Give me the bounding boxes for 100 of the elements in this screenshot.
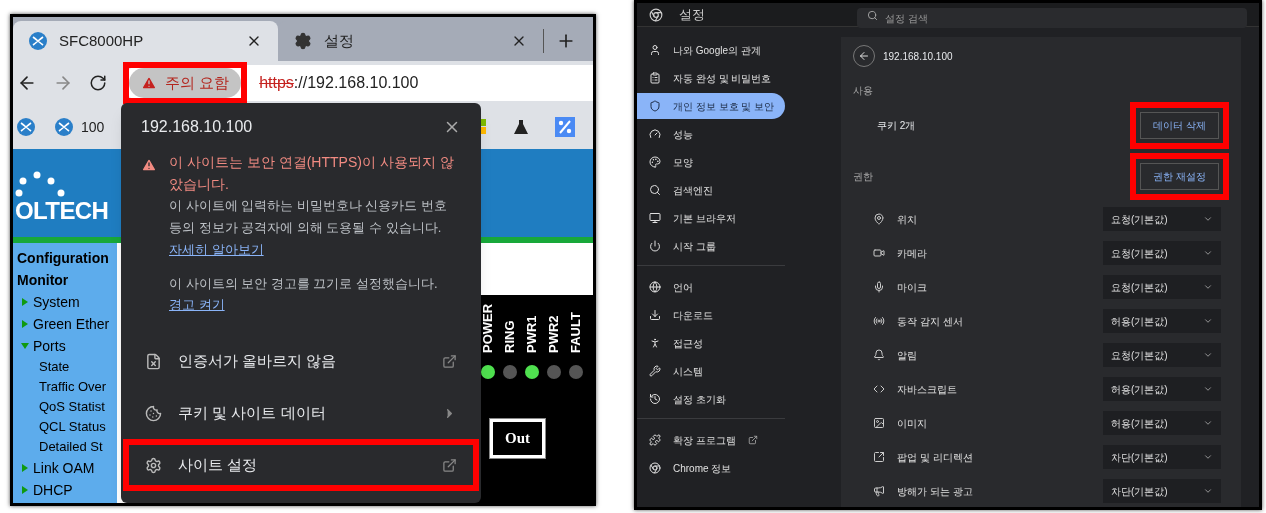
sidebar-item[interactable]: 시스템 [637, 358, 785, 384]
tab-title: SFC8000HP [59, 30, 145, 51]
led-label: POWER [479, 302, 497, 353]
window-icon [649, 212, 661, 224]
menu-item[interactable]: QoS Statist [39, 397, 105, 417]
site-favicon-icon [29, 32, 47, 50]
permission-label: 자바스크립트 [897, 382, 958, 397]
site-favicon-icon [55, 118, 73, 136]
tab-title: 설정 [324, 30, 355, 51]
caret-icon [1203, 316, 1213, 326]
shield-icon [649, 100, 661, 112]
sidebar-item[interactable]: 자동 완성 및 비밀번호 [637, 65, 785, 91]
permission-label: 방해가 되는 광고 [897, 484, 974, 499]
logo-dots-icon [15, 171, 65, 197]
image-icon [873, 417, 885, 429]
section-heading: 사용 [853, 84, 874, 98]
menu-item[interactable]: State [39, 357, 70, 377]
bookmark-label[interactable]: 100 [81, 116, 105, 138]
site-favicon-icon [17, 118, 35, 136]
caret-icon [1203, 282, 1213, 292]
gauge-icon [649, 128, 661, 140]
caret-icon [1203, 350, 1213, 360]
globe-icon [649, 281, 661, 293]
sidebar-item[interactable]: 모양 [637, 149, 785, 175]
location-pin-icon [873, 213, 885, 225]
external-window-icon [873, 451, 885, 463]
sidebar-item[interactable]: 설정 초기화 [637, 386, 785, 412]
cookie-count: 쿠키 2개 [877, 119, 916, 133]
permission-dropdown[interactable]: 허용(기본값) [1103, 309, 1221, 333]
sidebar-item[interactable]: 시작 그룹 [637, 233, 785, 259]
browser-tab[interactable]: SFC8000HP [13, 21, 278, 61]
search-icon [867, 9, 878, 21]
wrench-icon [649, 365, 661, 377]
popup-menu-item[interactable]: 인증서가 올바르지 않음 [129, 341, 473, 381]
permission-label: 알림 [897, 348, 918, 363]
popup-menu-item[interactable]: 쿠키 및 사이트 데이터 [129, 393, 473, 433]
url-text[interactable]: https://192.168.10.100 [259, 71, 419, 95]
menu-heading[interactable]: Monitor [17, 269, 69, 291]
sidebar-item[interactable]: 개인 정보 보호 및 보안 [637, 93, 785, 119]
menu-folder[interactable]: Green Ether [33, 313, 110, 335]
warning-text: 이 사이트는 보안 연결(HTTPS)이 사용되지 않았습니다. [169, 153, 455, 194]
site-address: 192.168.10.100 [883, 49, 953, 64]
cookie-icon [145, 404, 162, 422]
caret-icon [1203, 418, 1213, 428]
menu-folder[interactable]: Ports [33, 335, 66, 357]
sidebar-item[interactable]: 접근성 [637, 330, 785, 356]
search-field[interactable]: 설정 검색 [857, 8, 1247, 28]
permission-dropdown[interactable]: 요청(기본값) [1103, 207, 1221, 231]
permission-label: 이미지 [897, 416, 928, 431]
permission-label: 팝업 및 리디렉션 [897, 450, 974, 465]
led-label: PWR1 [523, 314, 541, 353]
learn-more-link[interactable]: 자세히 알아보기 [169, 242, 264, 257]
warning-icon [141, 157, 157, 173]
caret-icon [1203, 452, 1213, 462]
puzzle-icon [649, 434, 661, 446]
menu-item[interactable]: Detailed St [39, 437, 103, 457]
sidebar-item[interactable]: 나와 Google의 관계 [637, 37, 785, 63]
flask-icon[interactable] [513, 119, 529, 135]
person-icon [649, 44, 661, 56]
menu-folder[interactable]: DHCP [33, 479, 73, 501]
chip-label: 주의 요함 [165, 72, 230, 93]
reset-permissions-button[interactable]: 권한 재설정 [1140, 163, 1219, 190]
permission-dropdown[interactable]: 요청(기본값) [1103, 343, 1221, 367]
menu-item[interactable]: Traffic Over [39, 377, 107, 397]
permission-dropdown[interactable]: 허용(기본값) [1103, 377, 1221, 401]
sidebar-item[interactable]: 다운로드 [637, 302, 785, 328]
sidebar-item[interactable]: 기본 브라우저 [637, 205, 785, 231]
caret-icon [1203, 248, 1213, 258]
sidebar-item[interactable]: 확장 프로그램 [637, 427, 785, 453]
permission-dropdown[interactable]: 차단(기본값) [1103, 445, 1221, 469]
permission-dropdown[interactable]: 요청(기본값) [1103, 241, 1221, 265]
reload-icon[interactable] [89, 74, 107, 92]
permission-dropdown[interactable]: 요청(기본값) [1103, 275, 1221, 299]
warning-icon [141, 75, 157, 91]
sidebar-item[interactable]: Chrome 정보 [637, 455, 785, 481]
sidebar-item[interactable]: 검색엔진 [637, 177, 785, 203]
menu-folder[interactable]: Link OAM [33, 457, 95, 479]
megaphone-icon [873, 485, 885, 497]
caret-icon [1203, 214, 1213, 224]
chrome-circle-icon [649, 462, 661, 474]
bell-icon [873, 349, 885, 361]
enable-warning-link[interactable]: 경고 켜기 [169, 295, 225, 315]
led-label: RING [501, 319, 519, 353]
percent-icon[interactable] [555, 117, 575, 137]
security-warning-chip[interactable]: 주의 요함 [129, 68, 242, 98]
permission-label: 마이크 [897, 280, 928, 295]
out-button[interactable]: Out [490, 419, 545, 458]
menu-item[interactable]: QCL Status [39, 417, 106, 437]
permission-dropdown[interactable]: 허용(기본값) [1103, 411, 1221, 435]
sidebar-item[interactable]: 언어 [637, 274, 785, 300]
menu-heading[interactable]: Configuration [17, 247, 109, 269]
search-icon [649, 184, 661, 196]
menu-folder[interactable]: System [33, 291, 80, 313]
clipboard-icon [649, 72, 661, 84]
clear-data-button[interactable]: 데이터 삭제 [1140, 112, 1219, 139]
palette-icon [649, 156, 661, 168]
popup-menu-item[interactable]: 사이트 설정 [129, 445, 473, 485]
chrome-circle-icon [649, 7, 663, 22]
sidebar-item[interactable]: 성능 [637, 121, 785, 147]
permission-dropdown[interactable]: 차단(기본값) [1103, 479, 1221, 503]
